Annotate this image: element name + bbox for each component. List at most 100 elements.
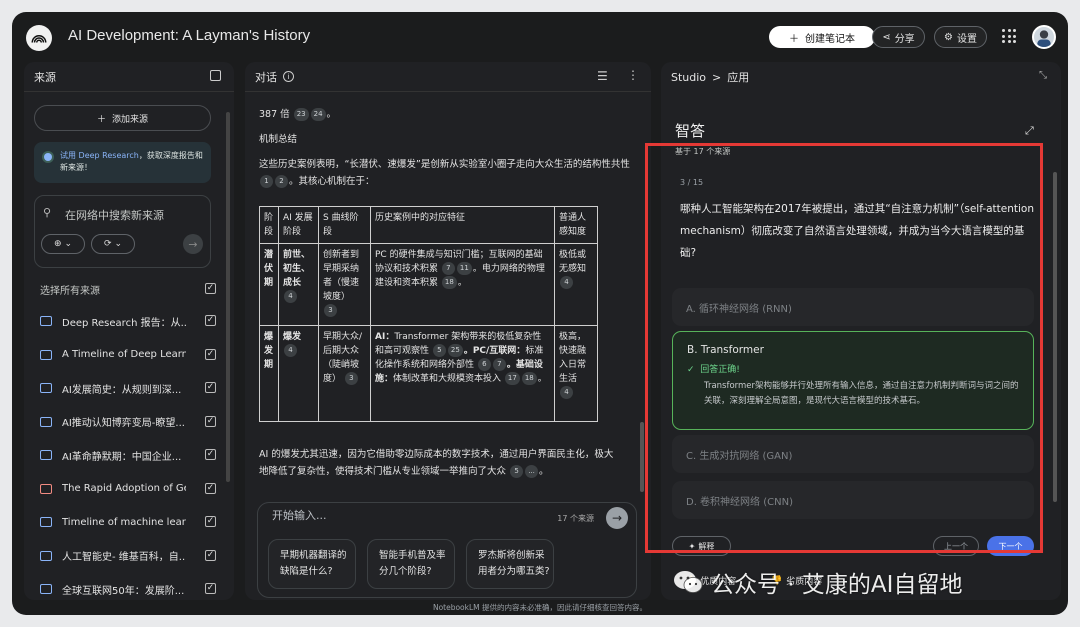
footer-disclaimer: NotebookLM 提供的内容未必准确，因此请仔细核查回答内容。	[432, 603, 648, 612]
gear-icon: ⚙	[944, 31, 953, 43]
user-avatar[interactable]	[1032, 25, 1056, 49]
web-source-dropdown[interactable]: ⊕ ⌄	[41, 234, 85, 254]
source-item[interactable]: A Timeline of Deep Learni... ✓	[34, 345, 216, 365]
share-button[interactable]: ⋖ 分享	[872, 26, 925, 48]
source-item[interactable]: 人工智能史- 维基百科，自... ✓	[34, 546, 216, 566]
studio-scrollbar[interactable]	[1053, 172, 1057, 502]
deep-research-promo[interactable]: 试用 Deep Research，获取深度报告和新来源！	[34, 142, 211, 183]
suggestion-chip[interactable]: 智能手机普及率分几个阶段?	[367, 539, 455, 589]
table-cell: AI：Transformer 架构带来的极低复杂性和高可观察性 5 25 。PC/互…	[370, 325, 555, 422]
citation-badge[interactable]: 7	[492, 358, 506, 371]
collapse-icon[interactable]: ⤡	[1039, 70, 1047, 81]
source-item-label: AI推动认知博弈变局-瞭望...	[62, 418, 185, 429]
sources-scrollbar[interactable]	[226, 112, 230, 482]
table-header: 普通人感知度	[554, 206, 598, 244]
citation-badge[interactable]: 2	[275, 175, 288, 188]
source-item[interactable]: Deep Research 报告：从... ✓	[34, 311, 216, 331]
tune-icon[interactable]: ☰	[597, 69, 608, 83]
chat-text: 这些历史案例表明，“长潜伏、速爆发”是创新从实验室小圈子走向大众生活的结构性共性	[259, 159, 630, 170]
citation-badge[interactable]: 18	[521, 372, 537, 385]
research-mode-dropdown[interactable]: ⟳ ⌄	[91, 234, 135, 254]
web-search-input[interactable]: 在网络中搜索新来源	[65, 207, 164, 223]
chat-input[interactable]: 开始输入...	[272, 507, 327, 523]
citation-badge[interactable]: 24	[310, 108, 326, 121]
notebook-title[interactable]: AI Development: A Layman's History	[68, 27, 310, 44]
citation-badge[interactable]: 25	[447, 344, 463, 357]
chat-panel: 对话 i ☰ ⋮ 387 倍 23 24。 机制总结 这些历史案例表明，“长潜伏、…	[245, 62, 651, 600]
add-source-button[interactable]: ＋ 添加来源	[34, 105, 211, 131]
citation-badge[interactable]: 5	[510, 465, 524, 478]
wechat-logo-icon	[674, 571, 703, 593]
source-checkbox[interactable]: ✓	[205, 516, 216, 527]
citation-badge[interactable]: 3	[324, 304, 337, 317]
watermark-text: 公众号 · 艾康的AI自留地	[711, 572, 963, 598]
more-vert-icon[interactable]: ⋮	[627, 68, 639, 82]
source-item[interactable]: AI革命静默期：中国企业... ✓	[34, 445, 216, 465]
source-item-label: AI发展简史：从规则到深...	[62, 384, 182, 396]
citation-badge[interactable]: ...	[525, 465, 539, 478]
source-checkbox[interactable]: ✓	[205, 415, 216, 427]
chat-text: 。其核心机制在于：	[289, 176, 375, 187]
settings-button[interactable]: ⚙ 设置	[934, 26, 987, 48]
source-item[interactable]: AI发展简史：从规则到深... ✓	[34, 378, 216, 398]
info-icon[interactable]: i	[283, 71, 294, 82]
collapse-panel-icon[interactable]	[210, 70, 221, 81]
citation-badge[interactable]: 17	[504, 372, 520, 385]
citation-badge[interactable]: 3	[344, 372, 358, 385]
source-checkbox[interactable]: ✓	[205, 315, 216, 326]
chat-input-box[interactable]: 开始输入... 17 个来源 → 早期机器翻译的缺陷是什么? 智能手机普及率分几…	[257, 502, 637, 598]
share-label: 分享	[894, 33, 915, 45]
chat-scrollbar[interactable]	[640, 422, 644, 492]
source-item[interactable]: 全球互联网50年：发展阶... ✓	[34, 579, 216, 599]
citation-badge[interactable]: 6	[477, 358, 491, 371]
source-item[interactable]: AI推动认知博弈变局-瞭望... ✓	[34, 412, 216, 432]
source-item-label: 人工智能史- 维基百科，自...	[62, 552, 186, 563]
table-header: S 曲线阶段	[318, 206, 371, 244]
fast-research-icon: ⟳	[103, 239, 112, 249]
search-submit-button[interactable]: →	[183, 234, 203, 254]
fullscreen-icon[interactable]: ⤢	[1025, 124, 1034, 138]
source-checkbox[interactable]: ✓	[205, 583, 216, 594]
source-checkbox[interactable]: ✓	[205, 382, 216, 393]
citation-badge[interactable]: 18	[441, 276, 457, 289]
web-icon	[40, 416, 52, 427]
highlight-frame	[645, 143, 1043, 553]
citation-badge[interactable]: 4	[560, 386, 573, 399]
citation-badge[interactable]: 5	[432, 344, 446, 357]
suggestion-chip[interactable]: 早期机器翻译的缺陷是什么?	[268, 539, 356, 589]
notebooklm-logo-icon[interactable]	[26, 25, 52, 51]
create-notebook-button[interactable]: ＋ 创建笔记本	[769, 26, 875, 48]
chat-paragraph: 这些历史案例表明，“长潜伏、速爆发”是创新从实验室小圈子走向大众生活的结构性共性…	[259, 156, 639, 190]
source-item[interactable]: Timeline of machine learn... ✓	[34, 512, 216, 532]
citation-badge[interactable]: 11	[456, 262, 472, 275]
citation-badge[interactable]: 7	[441, 262, 455, 275]
source-checkbox[interactable]: ✓	[205, 348, 216, 360]
stage-name: 潜伏期	[264, 250, 274, 288]
source-checkbox[interactable]: ✓	[205, 449, 216, 460]
citation-badge[interactable]: 4	[560, 276, 573, 289]
source-checkbox[interactable]: ✓	[205, 482, 216, 494]
apps-grid-icon[interactable]	[1002, 29, 1016, 43]
table-cell: PC 的硬件集成与知识门槛；互联网的基础协议和技术积累 7 11 。电力网络的物理建…	[370, 243, 555, 326]
source-item[interactable]: The Rapid Adoption of Ge... ✓	[34, 479, 216, 499]
table-cell: 极低或无感知 4	[554, 243, 598, 326]
breadcrumb-separator: >	[712, 70, 722, 84]
select-all-checkbox[interactable]: ✓	[205, 283, 216, 294]
citation-badge[interactable]: 4	[284, 344, 297, 357]
breadcrumb-studio[interactable]: Studio	[671, 71, 706, 84]
suggestion-chip[interactable]: 罗杰斯将创新采用者分为哪五类?	[466, 539, 554, 589]
citation-badge[interactable]: 4	[284, 290, 297, 303]
citation-badge[interactable]: 23	[293, 108, 309, 121]
table-row: 潜伏期 前世、初生、成长 4 创新者到早期采纳者（慢速坡度） 3 PC 的硬件集…	[259, 243, 598, 326]
source-checkbox[interactable]: ✓	[205, 549, 216, 561]
citation-badge[interactable]: 1	[260, 175, 273, 188]
web-icon	[40, 584, 52, 594]
send-button[interactable]: →	[606, 507, 628, 529]
history-label: 。PC/互联网：	[463, 346, 526, 356]
table-cell: 潜伏期	[259, 243, 279, 326]
arrow-right-icon: →	[611, 511, 623, 525]
deep-research-link[interactable]: 试用 Deep Research	[60, 151, 139, 160]
web-search-box: ⚲ 在网络中搜索新来源 ⊕ ⌄ ⟳ ⌄ →	[34, 195, 211, 268]
comparison-table: 阶段 AI 发展阶段 S 曲线阶段 历史案例中的对应特征 普通人感知度 潜伏期 …	[259, 206, 598, 422]
source-item-label: Timeline of machine learn...	[62, 516, 186, 528]
